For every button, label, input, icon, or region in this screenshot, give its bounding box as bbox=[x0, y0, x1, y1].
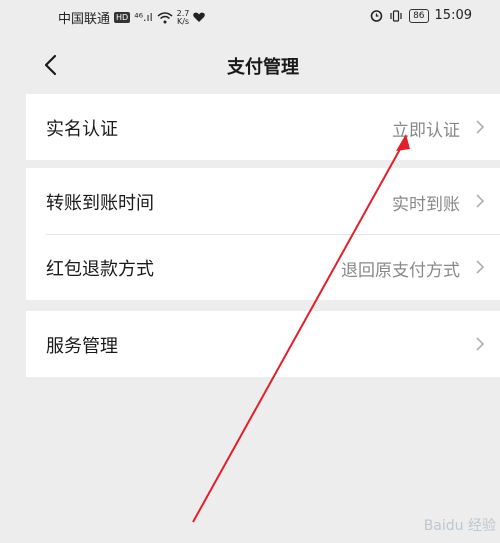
row-real-name-auth[interactable]: 实名认证 立即认证 bbox=[26, 94, 500, 160]
clock: 15:09 bbox=[434, 8, 472, 23]
row-transfer-arrival-time[interactable]: 转账到账时间 实时到账 bbox=[26, 168, 500, 234]
chevron-right-icon bbox=[476, 120, 485, 134]
page-title: 支付管理 bbox=[227, 57, 299, 78]
app-screen: 中国联通 HD ⁴⁶.ıl 2.7 K/s 86 15:09 支付管理 实名认证… bbox=[26, 0, 500, 543]
signal-icon: ⁴⁶.ıl bbox=[134, 11, 153, 24]
row-label: 实名认证 bbox=[46, 119, 118, 140]
row-label: 转账到账时间 bbox=[46, 193, 154, 214]
settings-group-transfer: 转账到账时间 实时到账 红包退款方式 退回原支付方式 bbox=[26, 168, 500, 300]
row-value: 退回原支付方式 bbox=[341, 261, 460, 281]
settings-group-verification: 实名认证 立即认证 bbox=[26, 94, 500, 160]
carrier-name: 中国联通 bbox=[58, 12, 111, 27]
heart-icon bbox=[193, 12, 206, 22]
battery-indicator: 86 bbox=[409, 8, 429, 23]
row-value: 立即认证 bbox=[392, 121, 460, 141]
watermark-logo: Baidu 经验 bbox=[423, 518, 496, 534]
chevron-right-icon bbox=[476, 337, 485, 351]
chevron-right-icon bbox=[476, 260, 485, 274]
chevron-right-icon bbox=[476, 194, 485, 208]
row-label: 红包退款方式 bbox=[46, 259, 154, 280]
status-bar: 中国联通 HD ⁴⁶.ıl 2.7 K/s 86 15:09 bbox=[26, 0, 500, 32]
wifi-icon bbox=[157, 11, 173, 23]
nav-bar: 支付管理 bbox=[26, 40, 500, 90]
vibrate-icon bbox=[390, 9, 402, 22]
row-red-packet-refund[interactable]: 红包退款方式 退回原支付方式 bbox=[26, 234, 500, 300]
net-speed-unit: K/s bbox=[176, 16, 190, 26]
alarm-icon bbox=[370, 10, 383, 22]
hd-icon: HD bbox=[114, 12, 131, 23]
row-value: 实时到账 bbox=[392, 195, 460, 215]
settings-group-services: 服务管理 bbox=[26, 311, 500, 377]
net-speed: 2.7 K/s bbox=[176, 9, 190, 26]
status-right: 86 15:09 bbox=[370, 8, 472, 23]
row-label: 服务管理 bbox=[46, 336, 118, 357]
status-left: 中国联通 HD ⁴⁶.ıl 2.7 K/s bbox=[58, 8, 206, 27]
row-service-management[interactable]: 服务管理 bbox=[26, 311, 500, 377]
